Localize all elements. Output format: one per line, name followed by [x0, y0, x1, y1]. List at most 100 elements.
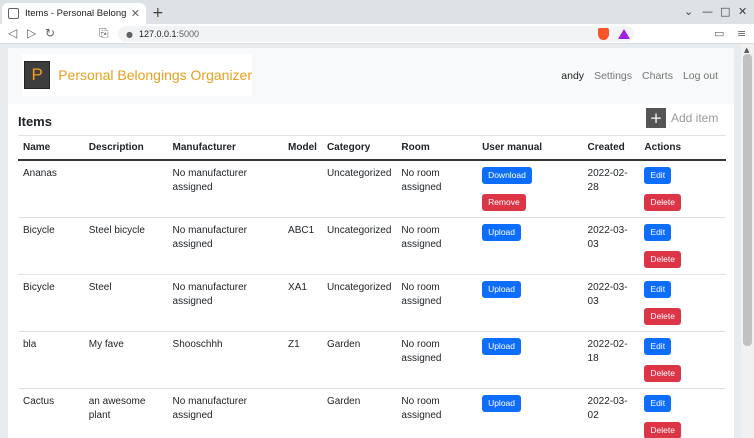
cell-name: bla	[18, 331, 84, 389]
nav-logout[interactable]: Log out	[683, 70, 718, 82]
forward-icon[interactable]: ▷	[27, 26, 36, 40]
cell-manufacturer: Shooschhh	[167, 331, 284, 389]
site-info-icon[interactable]: ●	[126, 30, 133, 39]
delete-button[interactable]: Delete	[644, 251, 681, 268]
edit-button[interactable]: Edit	[644, 167, 672, 184]
nav-links: andy Settings Charts Log out	[561, 70, 718, 82]
brave-shields-icon[interactable]	[598, 28, 609, 40]
column-header: Category	[321, 135, 397, 161]
cell-model	[283, 388, 322, 438]
add-item-button[interactable]: + Add item	[646, 108, 718, 128]
delete-button[interactable]: Delete	[644, 422, 681, 438]
cell-model: XA1	[283, 274, 322, 332]
page-title: Items	[18, 114, 52, 129]
column-header: Name	[18, 135, 84, 161]
cell-category: Uncategorized	[321, 217, 397, 275]
cell-actions: Edit Delete	[639, 217, 726, 275]
close-tab-icon[interactable]: ✕	[131, 7, 140, 20]
cell-manufacturer: No manufacturer assigned	[167, 217, 284, 275]
cell-name: Cactus	[18, 388, 84, 438]
cell-manufacturer: No manufacturer assigned	[167, 388, 284, 438]
tab-search-icon[interactable]: ⌄	[684, 5, 693, 18]
scroll-up-icon[interactable]: ▲	[744, 46, 749, 54]
delete-button[interactable]: Delete	[644, 194, 681, 211]
delete-button[interactable]: Delete	[644, 365, 681, 382]
edit-button[interactable]: Edit	[644, 224, 672, 241]
cell-category: Garden	[321, 331, 397, 389]
address-bar[interactable]: ● 127.0.0.1:5000	[118, 26, 634, 42]
bookmark-icon[interactable]: ⎘	[99, 26, 109, 41]
wallet-icon[interactable]: ▭	[714, 27, 724, 40]
maximize-icon[interactable]: □	[720, 5, 730, 18]
upload-manual-button[interactable]: Upload	[482, 281, 521, 298]
cell-description: Steel bicycle	[83, 217, 168, 275]
back-icon[interactable]: ◁	[8, 26, 17, 40]
cell-created: 2022-03- 02	[582, 388, 640, 438]
new-tab-icon[interactable]: +	[152, 5, 164, 21]
remove-manual-button[interactable]: Remove	[482, 194, 526, 211]
cell-description: Steel	[83, 274, 168, 332]
cell-room: No room assigned	[396, 217, 478, 275]
brand-logo: P	[24, 61, 51, 89]
column-header: Description	[83, 135, 168, 161]
column-header: User manual	[477, 135, 583, 161]
cell-description	[83, 160, 168, 218]
url-text: 127.0.0.1:5000	[138, 29, 200, 39]
close-window-icon[interactable]: ✕	[738, 5, 747, 18]
cell-actions: Edit Delete	[639, 331, 726, 389]
upload-manual-button[interactable]: Upload	[482, 338, 521, 355]
cell-name: Bicycle	[18, 274, 84, 332]
column-header: Room	[396, 135, 478, 161]
column-header: Created	[582, 135, 640, 161]
edit-button[interactable]: Edit	[644, 281, 672, 298]
cell-room: No room assigned	[396, 160, 478, 218]
cell-model	[283, 160, 322, 218]
page-favicon-icon	[8, 8, 19, 19]
menu-icon[interactable]: ≡	[737, 27, 746, 40]
browser-tab-strip: Items - Personal Belongings Organizer ✕ …	[0, 0, 754, 24]
nav-user[interactable]: andy	[561, 70, 584, 82]
tab-title: Items - Personal Belongings Organizer	[25, 8, 127, 19]
reload-icon[interactable]: ↻	[45, 26, 55, 40]
edit-button[interactable]: Edit	[644, 395, 672, 412]
delete-button[interactable]: Delete	[644, 308, 681, 325]
brand-link[interactable]: P Personal Belongings Organizer	[22, 54, 252, 96]
nav-charts[interactable]: Charts	[642, 70, 673, 82]
cell-created: 2022-02- 28	[582, 160, 640, 218]
cell-room: No room assigned	[396, 388, 478, 438]
cell-name: Ananas	[18, 160, 84, 218]
cell-user-manual: Upload	[477, 388, 583, 438]
nav-settings[interactable]: Settings	[594, 70, 632, 82]
cell-category: Garden	[321, 388, 397, 438]
column-header: Manufacturer	[167, 135, 284, 161]
cell-category: Uncategorized	[321, 160, 397, 218]
browser-tab[interactable]: Items - Personal Belongings Organizer ✕	[2, 3, 146, 24]
table-header-row: Name Description Manufacturer Model Cate…	[18, 135, 726, 161]
page-viewport: P Personal Belongings Organizer andy Set…	[0, 44, 741, 438]
scrollbar-thumb[interactable]	[743, 54, 752, 346]
plus-icon: +	[646, 108, 666, 128]
cell-created: 2022-02- 18	[582, 331, 640, 389]
cell-user-manual: Upload	[477, 331, 583, 389]
upload-manual-button[interactable]: Upload	[482, 224, 521, 241]
browser-toolbar: ◁ ▷ ↻ ⎘ ● 127.0.0.1:5000 ▭ ≡	[0, 24, 754, 44]
cell-description: My fave	[83, 331, 168, 389]
cell-description: an awesome plant	[83, 388, 168, 438]
cell-manufacturer: No manufacturer assigned	[167, 274, 284, 332]
download-manual-button[interactable]: Download	[482, 167, 532, 184]
table-row: bla My fave Shooschhh Z1 Garden No room …	[18, 331, 726, 389]
brave-rewards-icon[interactable]	[618, 29, 630, 39]
cell-created: 2022-03- 03	[582, 217, 640, 275]
cell-created: 2022-03- 03	[582, 274, 640, 332]
upload-manual-button[interactable]: Upload	[482, 395, 521, 412]
column-header: Model	[283, 135, 322, 161]
edit-button[interactable]: Edit	[644, 338, 672, 355]
cell-user-manual: Download Remove	[477, 160, 583, 218]
cell-model: Z1	[283, 331, 322, 389]
table-row: Bicycle Steel No manufacturer assigned X…	[18, 274, 726, 332]
add-item-label: Add item	[671, 111, 719, 125]
minimize-icon[interactable]: —	[702, 5, 713, 18]
cell-user-manual: Upload	[477, 274, 583, 332]
site-navbar: P Personal Belongings Organizer andy Set…	[8, 48, 734, 104]
table-row: Cactus an awesome plant No manufacturer …	[18, 388, 726, 438]
